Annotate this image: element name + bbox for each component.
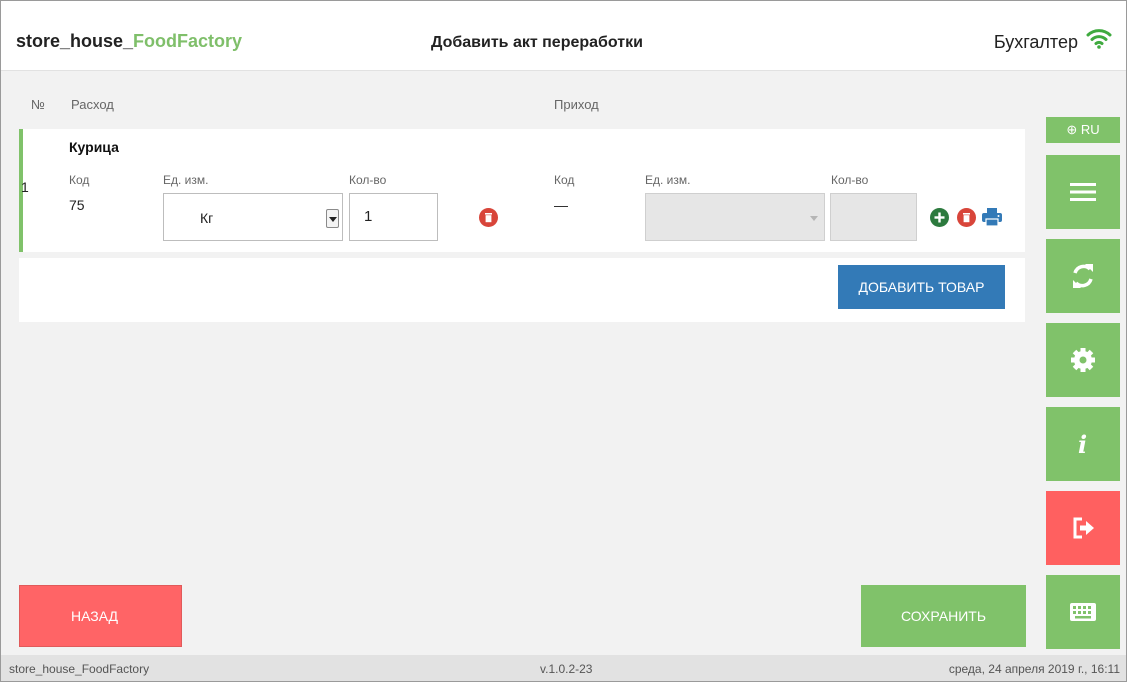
page-title: Добавить акт переработки <box>431 34 643 51</box>
expense-unit-select[interactable]: Кг <box>163 193 343 241</box>
language-label: RU <box>1080 122 1100 137</box>
delete-expense-button[interactable] <box>479 208 498 227</box>
product-name: Курица <box>69 139 119 155</box>
expense-unit-value: Кг <box>200 210 214 226</box>
income-qty-label: Кол-во <box>831 173 869 187</box>
user-role: Бухгалтер <box>993 32 1078 52</box>
app-header: store_house_FoodFactory Добавить акт пер… <box>1 1 1126 71</box>
trash-icon <box>485 213 492 223</box>
language-button[interactable]: ⊕ RU <box>1046 117 1120 143</box>
save-button[interactable]: Сохранить <box>861 585 1026 647</box>
print-icon[interactable] <box>981 207 1003 227</box>
gear-icon <box>1071 348 1095 372</box>
app-window: store_house_FoodFactory Добавить акт пер… <box>0 0 1127 682</box>
expense-code-value: 75 <box>69 197 85 213</box>
column-header-income: Приход <box>554 97 599 112</box>
wifi-icon <box>1086 29 1112 49</box>
settings-button[interactable] <box>1046 323 1120 397</box>
expense-qty-input[interactable]: 1 <box>349 193 438 241</box>
status-datetime: среда, 24 апреля 2019 г., 16:11 <box>948 662 1120 676</box>
info-icon: i <box>1078 431 1087 457</box>
plus-icon <box>934 212 945 223</box>
expense-code-label: Код <box>69 173 90 187</box>
status-version: v.1.0.2-23 <box>540 662 593 676</box>
info-button[interactable]: i <box>1046 407 1120 481</box>
menu-button[interactable] <box>1046 155 1120 229</box>
chevron-down-icon[interactable] <box>326 209 339 228</box>
sync-icon <box>1073 264 1093 288</box>
status-bar: store_house_FoodFactory v.1.0.2-23 среда… <box>1 655 1126 681</box>
chevron-down-icon <box>808 209 821 228</box>
brand-accent: FoodFactory <box>133 31 243 51</box>
logout-icon <box>1073 517 1094 539</box>
add-product-button[interactable]: Добавить товар <box>838 265 1005 309</box>
svg-text:i: i <box>1078 431 1087 457</box>
expense-qty-label: Кол-во <box>349 173 387 187</box>
row-number: 1 <box>21 179 29 195</box>
trash-icon <box>963 213 970 223</box>
expense-unit-label: Ед. изм. <box>163 173 209 187</box>
income-unit-select[interactable] <box>645 193 825 241</box>
income-code-value: — <box>554 197 568 213</box>
globe-icon: ⊕ <box>1066 122 1078 137</box>
brand-prefix: store_house_ <box>16 31 134 51</box>
income-unit-label: Ед. изм. <box>645 173 691 187</box>
delete-income-button[interactable] <box>957 208 976 227</box>
keyboard-button[interactable] <box>1046 575 1120 649</box>
app-brand: store_house_FoodFactory <box>16 31 242 52</box>
income-qty-input[interactable] <box>830 193 917 241</box>
column-header-expense: Расход <box>71 97 114 112</box>
income-code-label: Код <box>554 173 575 187</box>
status-app-name: store_house_FoodFactory <box>9 662 150 676</box>
column-header-num: № <box>31 97 45 112</box>
sync-button[interactable] <box>1046 239 1120 313</box>
keyboard-icon <box>1070 603 1096 621</box>
menu-icon <box>1070 183 1096 201</box>
back-button[interactable]: Назад <box>19 585 182 647</box>
add-income-button[interactable] <box>930 208 949 227</box>
logout-button[interactable] <box>1046 491 1120 565</box>
